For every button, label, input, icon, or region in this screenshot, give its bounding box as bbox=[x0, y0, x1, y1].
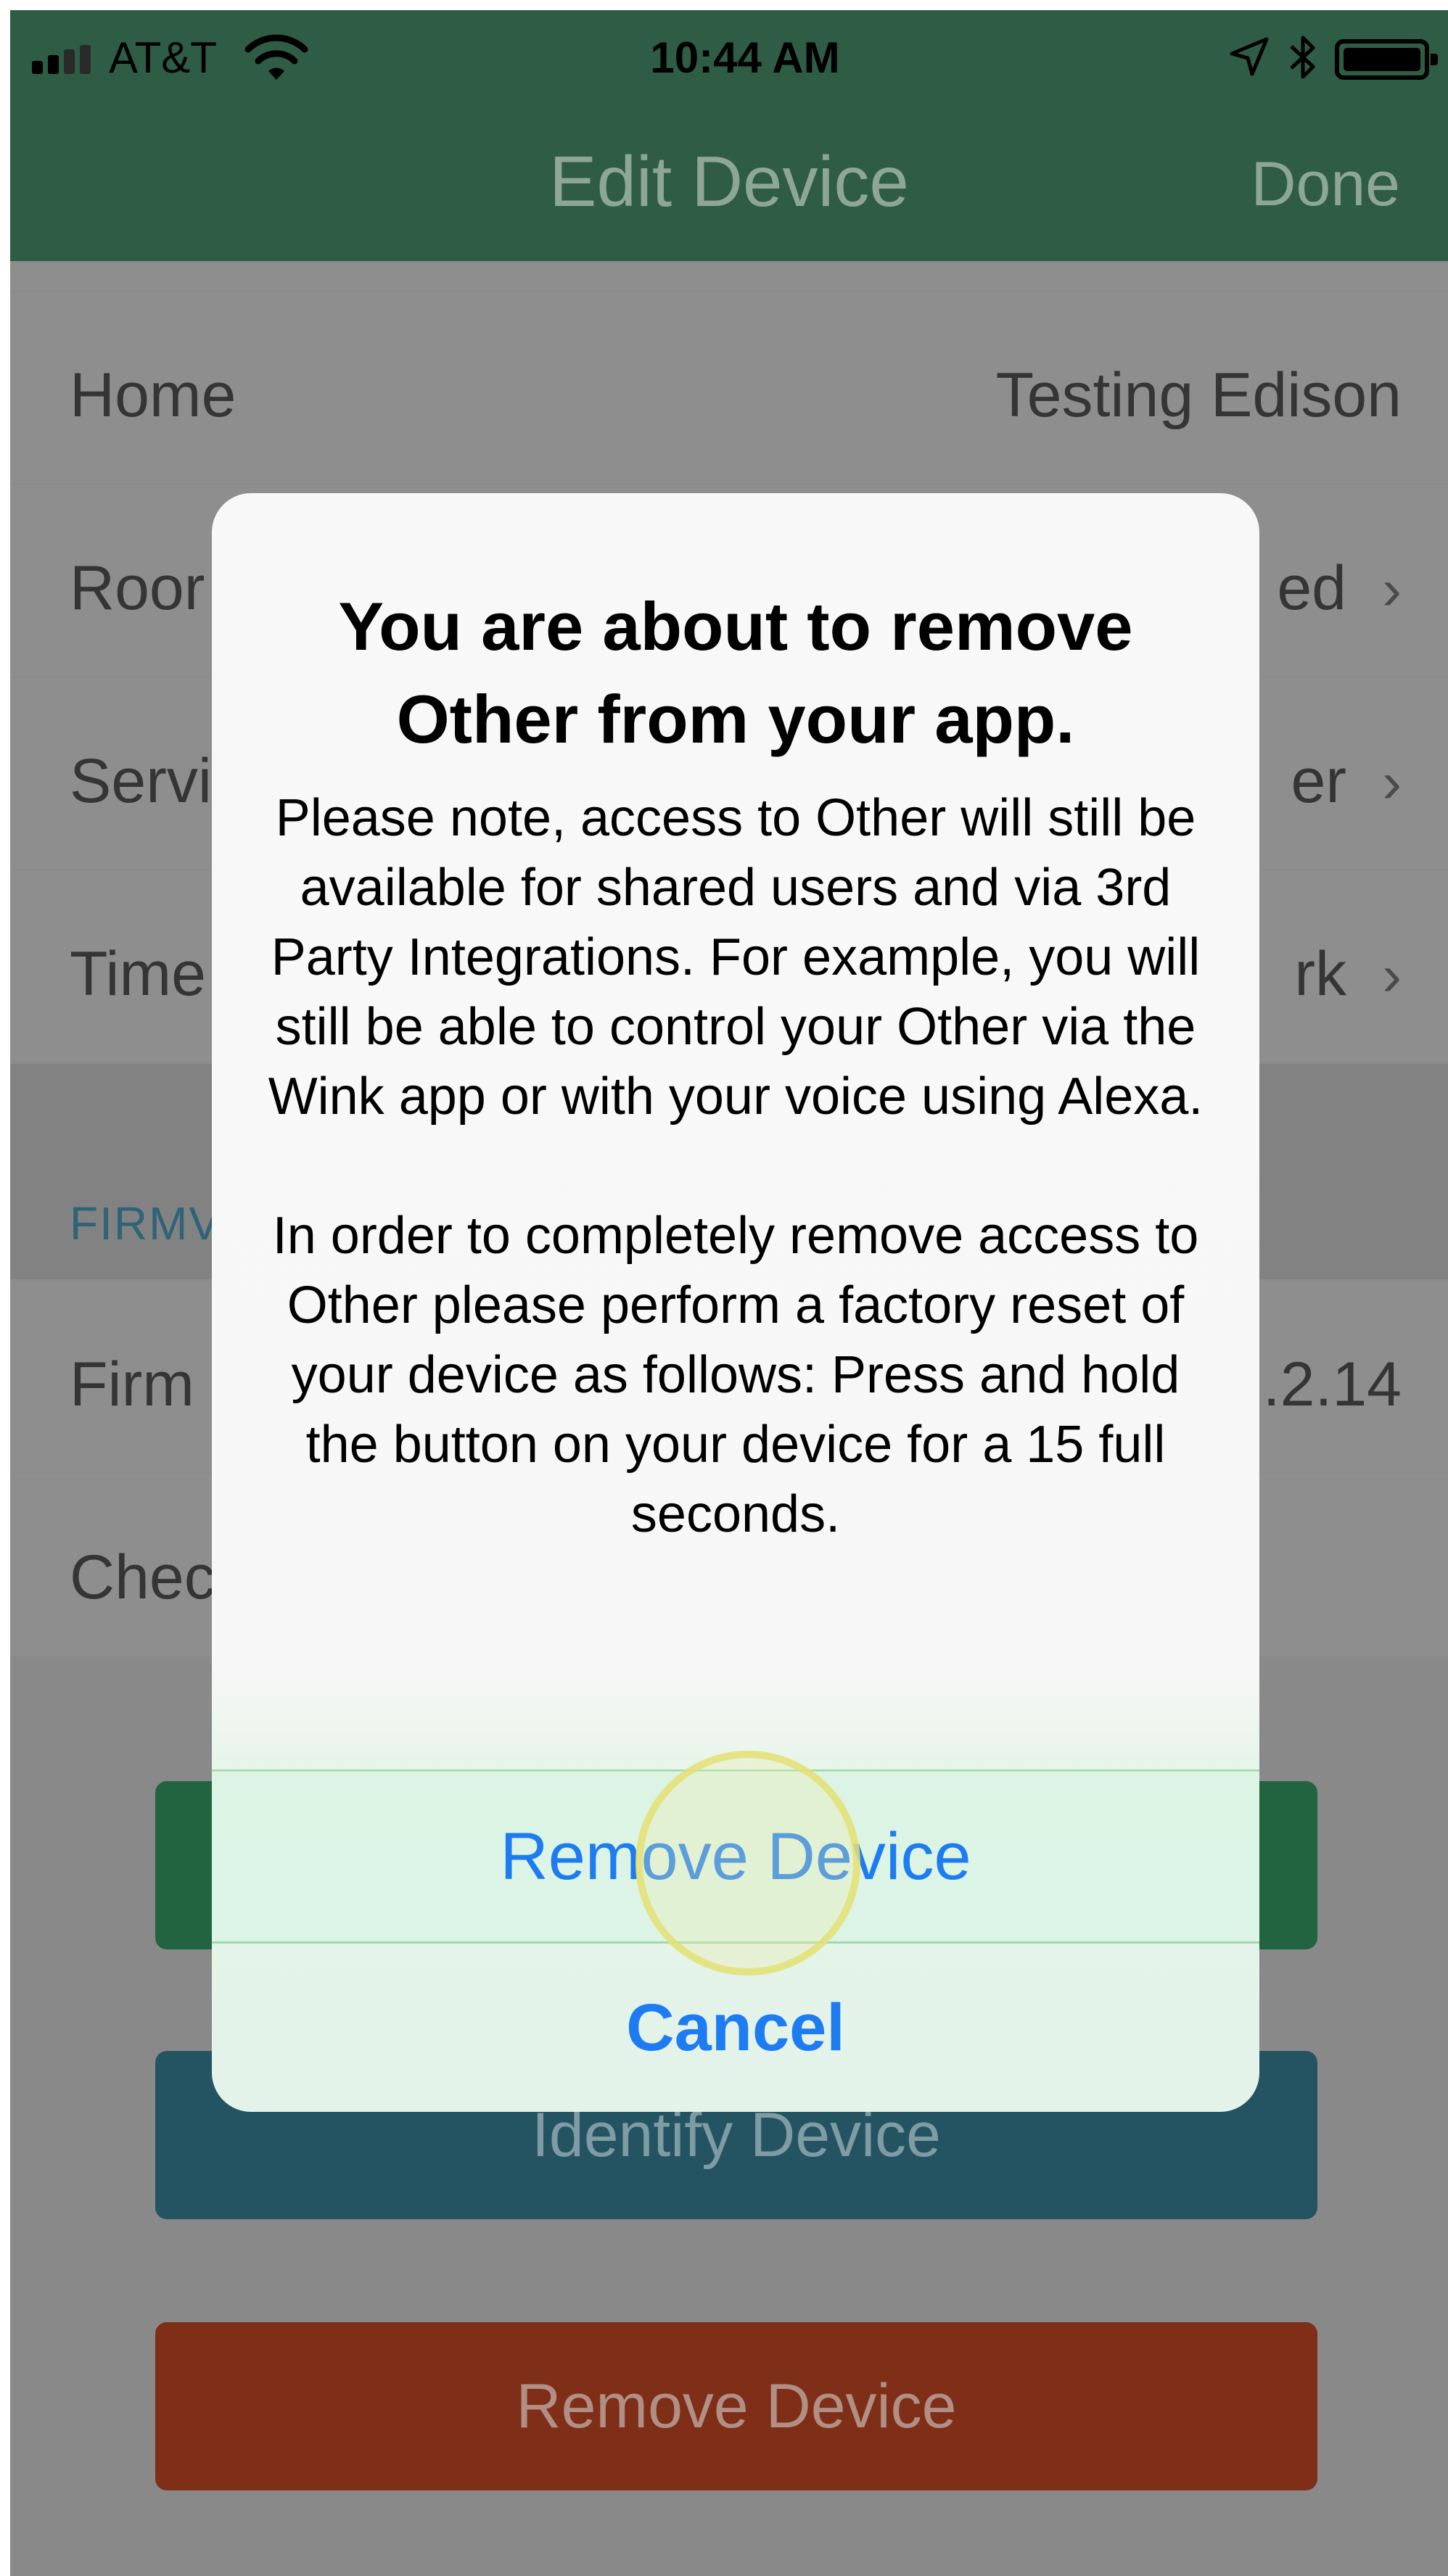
service-label: Servi bbox=[70, 746, 212, 816]
room-label: Roor bbox=[70, 553, 205, 623]
time-label: Time bbox=[70, 939, 206, 1009]
check-label: Chec bbox=[70, 1543, 215, 1612]
alert-title: You are about to remove Other from your … bbox=[338, 588, 1133, 757]
alert-message: Please note, access to Other will still … bbox=[212, 783, 1259, 1549]
room-value: ed bbox=[1277, 553, 1346, 623]
service-value: er bbox=[1291, 746, 1346, 816]
firmware-value: .2.14 bbox=[1262, 1350, 1402, 1419]
time-value: rk bbox=[1294, 939, 1346, 1009]
home-row[interactable]: Home Testing Edison bbox=[10, 290, 1448, 483]
location-arrow-icon bbox=[1230, 37, 1269, 76]
done-button[interactable]: Done bbox=[1251, 141, 1400, 228]
home-label: Home bbox=[70, 360, 236, 430]
firmware-section-label: FIRMV bbox=[70, 1197, 222, 1250]
alert-message-paragraph-1: Please note, access to Other will still … bbox=[268, 789, 1204, 1126]
chevron-right-icon: › bbox=[1382, 750, 1402, 814]
chevron-right-icon: › bbox=[1382, 557, 1402, 622]
top-bar: AT&T 10:44 AM Edit Device Done bbox=[10, 10, 1448, 261]
page-title: Edit Device bbox=[549, 141, 909, 221]
status-bar: AT&T 10:44 AM bbox=[10, 10, 1448, 97]
list-top-spacer bbox=[10, 261, 1448, 290]
bluetooth-icon bbox=[1290, 36, 1315, 79]
battery-icon bbox=[1335, 39, 1438, 80]
firmware-label: Firm bbox=[70, 1350, 194, 1419]
alert-message-paragraph-2: In order to completely remove access to … bbox=[272, 1207, 1199, 1543]
home-value: Testing Edison bbox=[995, 360, 1402, 430]
touch-indicator bbox=[635, 1751, 860, 1976]
remove-device-button[interactable]: Remove Device bbox=[155, 2322, 1317, 2490]
screen: AT&T 10:44 AM Edit Device Done Home Test… bbox=[10, 10, 1448, 2576]
chevron-right-icon: › bbox=[1382, 943, 1402, 1007]
